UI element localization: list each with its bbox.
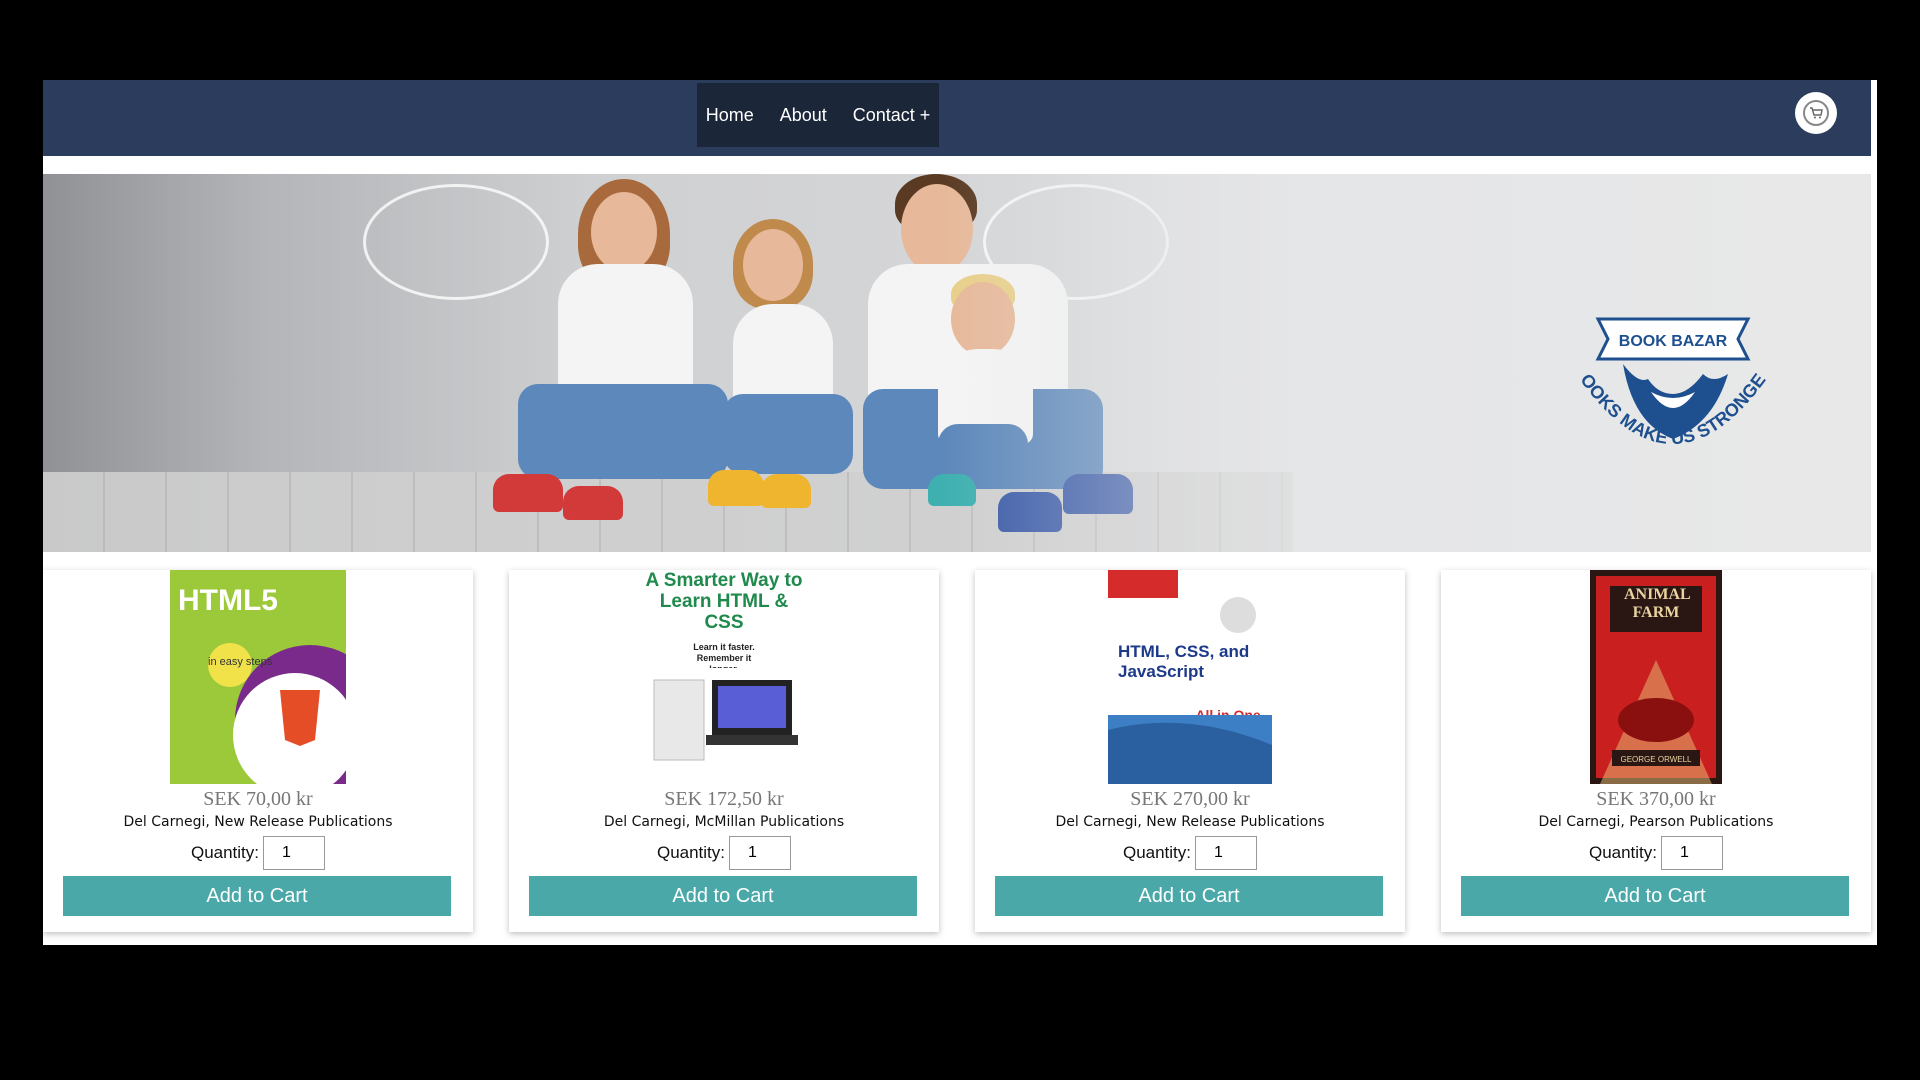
publisher: Del Carnegi, McMillan Publications [603,814,845,830]
book-cover-image[interactable]: HTML5 in easy steps [170,570,346,784]
quantity-row: Quantity: [43,836,473,870]
cart-icon [1803,100,1829,126]
hero-banner: BOOK BAZAR Let's go BOOKS MAKE US STRONG… [43,174,1871,552]
book-cover-image[interactable]: A Smarter Way to Learn HTML & CSS Learn … [640,570,808,784]
price: SEK 270,00 kr [1130,788,1250,810]
add-to-cart-button[interactable]: Add to Cart [995,876,1383,916]
product-card: ANIMAL FARM GEORGE ORWELL SEK 370,00 kr … [1441,570,1871,932]
product-card: HTML5 in easy steps SEK 70,00 kr Del Car… [43,570,473,932]
nav-menu: Home About Contact + [697,83,939,147]
cover-title: HTML5 [178,584,278,617]
publisher: Del Carnegi, New Release Publications [1055,814,1325,830]
quantity-row: Quantity: [975,836,1405,870]
page: Home About Contact + BOOK BAZAR Let's go… [43,80,1877,945]
quantity-label: Quantity: [190,843,260,862]
product-card: HTML, CSS, and JavaScript All in One SEK… [975,570,1405,932]
navbar: Home About Contact + [43,80,1871,156]
cart-button[interactable] [1795,92,1837,134]
quantity-input[interactable] [263,836,326,870]
nav-home-link[interactable]: Home [693,105,767,126]
add-to-cart-button[interactable]: Add to Cart [529,876,917,916]
book-bazar-logo: BOOK BAZAR Let's go BOOKS MAKE US STRONG… [1563,274,1770,448]
quantity-input[interactable] [1661,836,1724,870]
cover-subtitle: in easy steps [208,656,273,668]
product-card: A Smarter Way to Learn HTML & CSS Learn … [509,570,939,932]
add-to-cart-button[interactable]: Add to Cart [1461,876,1849,916]
logo-ribbon-text: BOOK BAZAR [1619,333,1728,350]
cover-title: ANIMAL FARM [1624,586,1691,621]
quantity-label: Quantity: [1122,843,1192,862]
quantity-row: Quantity: [509,836,939,870]
quantity-label: Quantity: [1588,843,1658,862]
cover-subtitle: Learn it faster. Remember it longer. [693,642,755,668]
price: SEK 172,50 kr [664,788,784,810]
cover-title: A Smarter Way to Learn HTML & CSS [645,570,803,632]
cover-title: HTML, CSS, and JavaScript [1118,642,1250,681]
book-cover-image[interactable]: ANIMAL FARM GEORGE ORWELL [1590,570,1722,784]
book-cover-image[interactable]: HTML, CSS, and JavaScript All in One [1108,570,1272,784]
price: SEK 70,00 kr [203,788,313,810]
nav-about-link[interactable]: About [767,105,840,126]
publisher: Del Carnegi, Pearson Publications [1538,814,1774,830]
quantity-input[interactable] [1195,836,1258,870]
hero-fade [943,174,1443,552]
publisher: Del Carnegi, New Release Publications [123,814,393,830]
quantity-row: Quantity: [1441,836,1871,870]
logo-small-text: Let's go [1657,408,1688,418]
cover-subtitle: GEORGE ORWELL [1621,755,1693,764]
price: SEK 370,00 kr [1596,788,1716,810]
quantity-label: Quantity: [656,843,726,862]
product-grid: HTML5 in easy steps SEK 70,00 kr Del Car… [43,570,1877,940]
nav-contact-link[interactable]: Contact + [840,105,944,126]
quantity-input[interactable] [729,836,792,870]
add-to-cart-button[interactable]: Add to Cart [63,876,451,916]
